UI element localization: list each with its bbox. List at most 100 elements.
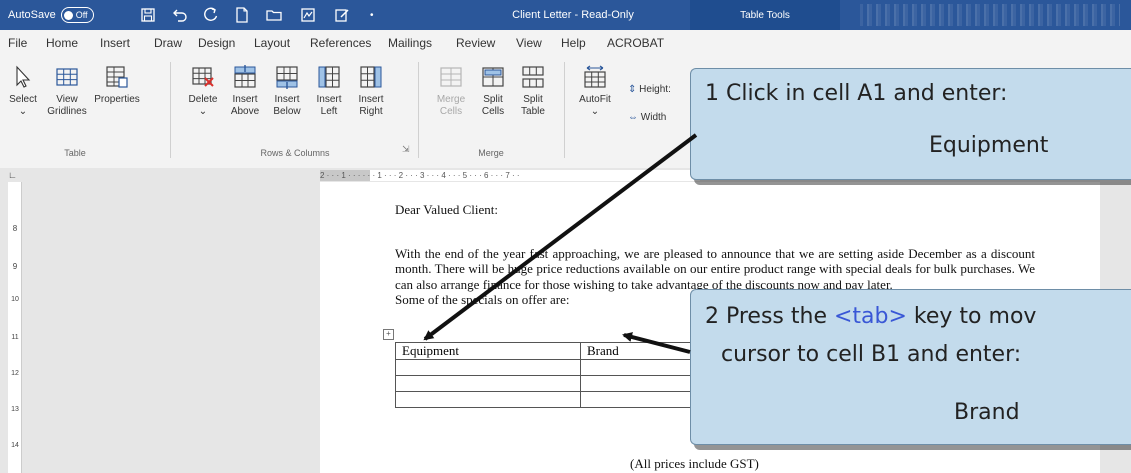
tab-help[interactable]: Help: [561, 30, 586, 56]
table-cell[interactable]: [395, 359, 581, 376]
toggle-dot-icon: [63, 10, 73, 20]
table-tools-label: Table Tools: [690, 0, 840, 30]
new-document-icon[interactable]: [234, 7, 250, 23]
insert-row-above-icon: [232, 64, 258, 90]
window-title: Client Letter - Read-Only: [512, 9, 634, 21]
ruler-number: 10: [11, 296, 19, 303]
view-gridlines-label-2: Gridlines: [47, 106, 87, 117]
specials-intro: Some of the specials on offer are:: [395, 292, 570, 308]
delete-table-icon: [190, 64, 216, 90]
callout-2-text: 2 Press the: [705, 304, 834, 329]
height-label: Height:: [639, 84, 671, 95]
cursor-arrow-icon: [10, 64, 36, 90]
open-folder-icon[interactable]: [266, 7, 282, 23]
paragraph-text: With the end of the year fast approachin…: [395, 246, 1035, 292]
tab-file[interactable]: File: [8, 30, 27, 56]
tab-review[interactable]: Review: [456, 30, 495, 56]
table-move-handle-icon[interactable]: +: [383, 329, 394, 340]
tab-draw[interactable]: Draw: [154, 30, 182, 56]
tab-insert[interactable]: Insert: [100, 30, 130, 56]
autosave-control[interactable]: AutoSave Off: [8, 0, 94, 30]
footnote: (All prices include GST): [630, 456, 759, 471]
horizontal-ruler[interactable]: 2 · · · 1 · · · · · · 1 · · · 2 · · · 3 …: [320, 170, 700, 181]
edit-document-icon[interactable]: [334, 7, 350, 23]
title-bar: AutoSave Off • Client Letter - Read-Only…: [0, 0, 1131, 30]
insert-right-label-2: Right: [359, 106, 383, 117]
height-field[interactable]: ⇕ Height:: [628, 84, 671, 95]
callout-step-1: 1 Click in cell A1 and enter: Equipment: [690, 68, 1131, 180]
tab-design[interactable]: Design: [198, 30, 235, 56]
dropdown-arrow-icon: ⌄: [590, 106, 600, 117]
autosave-state: Off: [75, 10, 88, 20]
ruler-number: 11: [11, 334, 19, 341]
select-button[interactable]: Select ⌄: [0, 64, 48, 118]
group-label-rows-columns: Rows & Columns: [260, 148, 330, 158]
split-table-button[interactable]: Split Table: [508, 64, 558, 118]
callout-1-instruction: 1 Click in cell A1 and enter:: [705, 81, 1008, 106]
table-cell-a1[interactable]: Equipment: [395, 342, 581, 360]
insert-row-below-icon: [274, 64, 300, 90]
split-table-icon: [520, 64, 546, 90]
autofit-button[interactable]: AutoFit ⌄: [570, 64, 620, 118]
width-label: Width: [640, 112, 667, 123]
redo-icon[interactable]: [203, 7, 219, 23]
gridlines-icon: [54, 64, 80, 90]
ruler-number: 8: [12, 224, 18, 233]
view-gridlines-label-1: View: [56, 94, 78, 105]
group-divider: [170, 62, 171, 158]
tab-references[interactable]: References: [310, 30, 371, 56]
properties-label: Properties: [94, 94, 140, 105]
salutation: Dear Valued Client:: [395, 202, 499, 217]
insert-column-right-icon: [358, 64, 384, 90]
vertical-ruler[interactable]: 8 9 10 11 12 13 14: [8, 182, 22, 473]
view-gridlines-button[interactable]: View Gridlines: [42, 64, 92, 118]
ruler-number: 14: [11, 442, 19, 449]
ruler-scale: 2 · · · 1 · · · · · · 1 · · · 2 · · · 3 …: [320, 171, 520, 180]
autosave-label: AutoSave: [8, 9, 56, 21]
callout-2-key: <tab>: [833, 304, 907, 329]
properties-button[interactable]: Properties: [92, 64, 142, 106]
undo-icon[interactable]: [172, 7, 188, 23]
tab-view[interactable]: View: [516, 30, 542, 56]
column-width-icon: ⇔: [628, 112, 638, 123]
insert-right-label-1: Insert: [358, 94, 384, 105]
autofit-label: AutoFit: [579, 94, 611, 105]
table-properties-icon: [104, 64, 130, 90]
customize-toolbar-icon[interactable]: •: [370, 0, 374, 30]
table-cell[interactable]: [395, 391, 581, 408]
callout-2-text-end: key to mov: [906, 304, 1037, 329]
workspace-left: [22, 182, 322, 473]
select-label: Select: [9, 94, 37, 105]
callout-1-value: Equipment: [929, 133, 1049, 158]
titlebar-background-pattern: [860, 4, 1120, 26]
dialog-launcher-icon[interactable]: ⇲: [402, 144, 410, 155]
group-divider: [564, 62, 565, 158]
print-preview-icon[interactable]: [300, 7, 316, 23]
dropdown-arrow-icon: ⌄: [18, 106, 28, 117]
callout-2-instruction-2: cursor to cell B1 and enter:: [721, 342, 1022, 367]
tab-layout[interactable]: Layout: [254, 30, 290, 56]
split-table-label-1: Split: [523, 94, 543, 105]
tab-selector-icon[interactable]: ∟: [8, 170, 17, 180]
group-divider: [418, 62, 419, 158]
tab-mailings[interactable]: Mailings: [388, 30, 432, 56]
insert-right-button[interactable]: Insert Right: [346, 64, 396, 118]
row-height-icon: ⇕: [628, 84, 637, 95]
ruler-number: 9: [12, 262, 18, 271]
callout-2-value: Brand: [954, 400, 1020, 425]
ribbon-tabs: File Home Insert Draw Design Layout Refe…: [0, 30, 1131, 56]
merge-cells-icon: [438, 64, 464, 90]
ruler-number: 13: [11, 406, 19, 413]
width-field[interactable]: ⇔ Width: [628, 112, 666, 123]
tab-acrobat[interactable]: ACROBAT: [607, 30, 664, 56]
autofit-icon: [582, 64, 608, 90]
group-label-table: Table: [64, 148, 86, 158]
group-label-merge: Merge: [478, 148, 504, 158]
split-table-label-2: Table: [521, 106, 545, 117]
table-cell[interactable]: [395, 375, 581, 392]
callout-2-instruction: 2 Press the <tab> key to mov: [705, 304, 1036, 329]
save-icon[interactable]: [140, 7, 156, 23]
callout-step-2: 2 Press the <tab> key to mov cursor to c…: [690, 289, 1131, 445]
tab-home[interactable]: Home: [46, 30, 78, 56]
autosave-toggle[interactable]: Off: [60, 7, 94, 23]
